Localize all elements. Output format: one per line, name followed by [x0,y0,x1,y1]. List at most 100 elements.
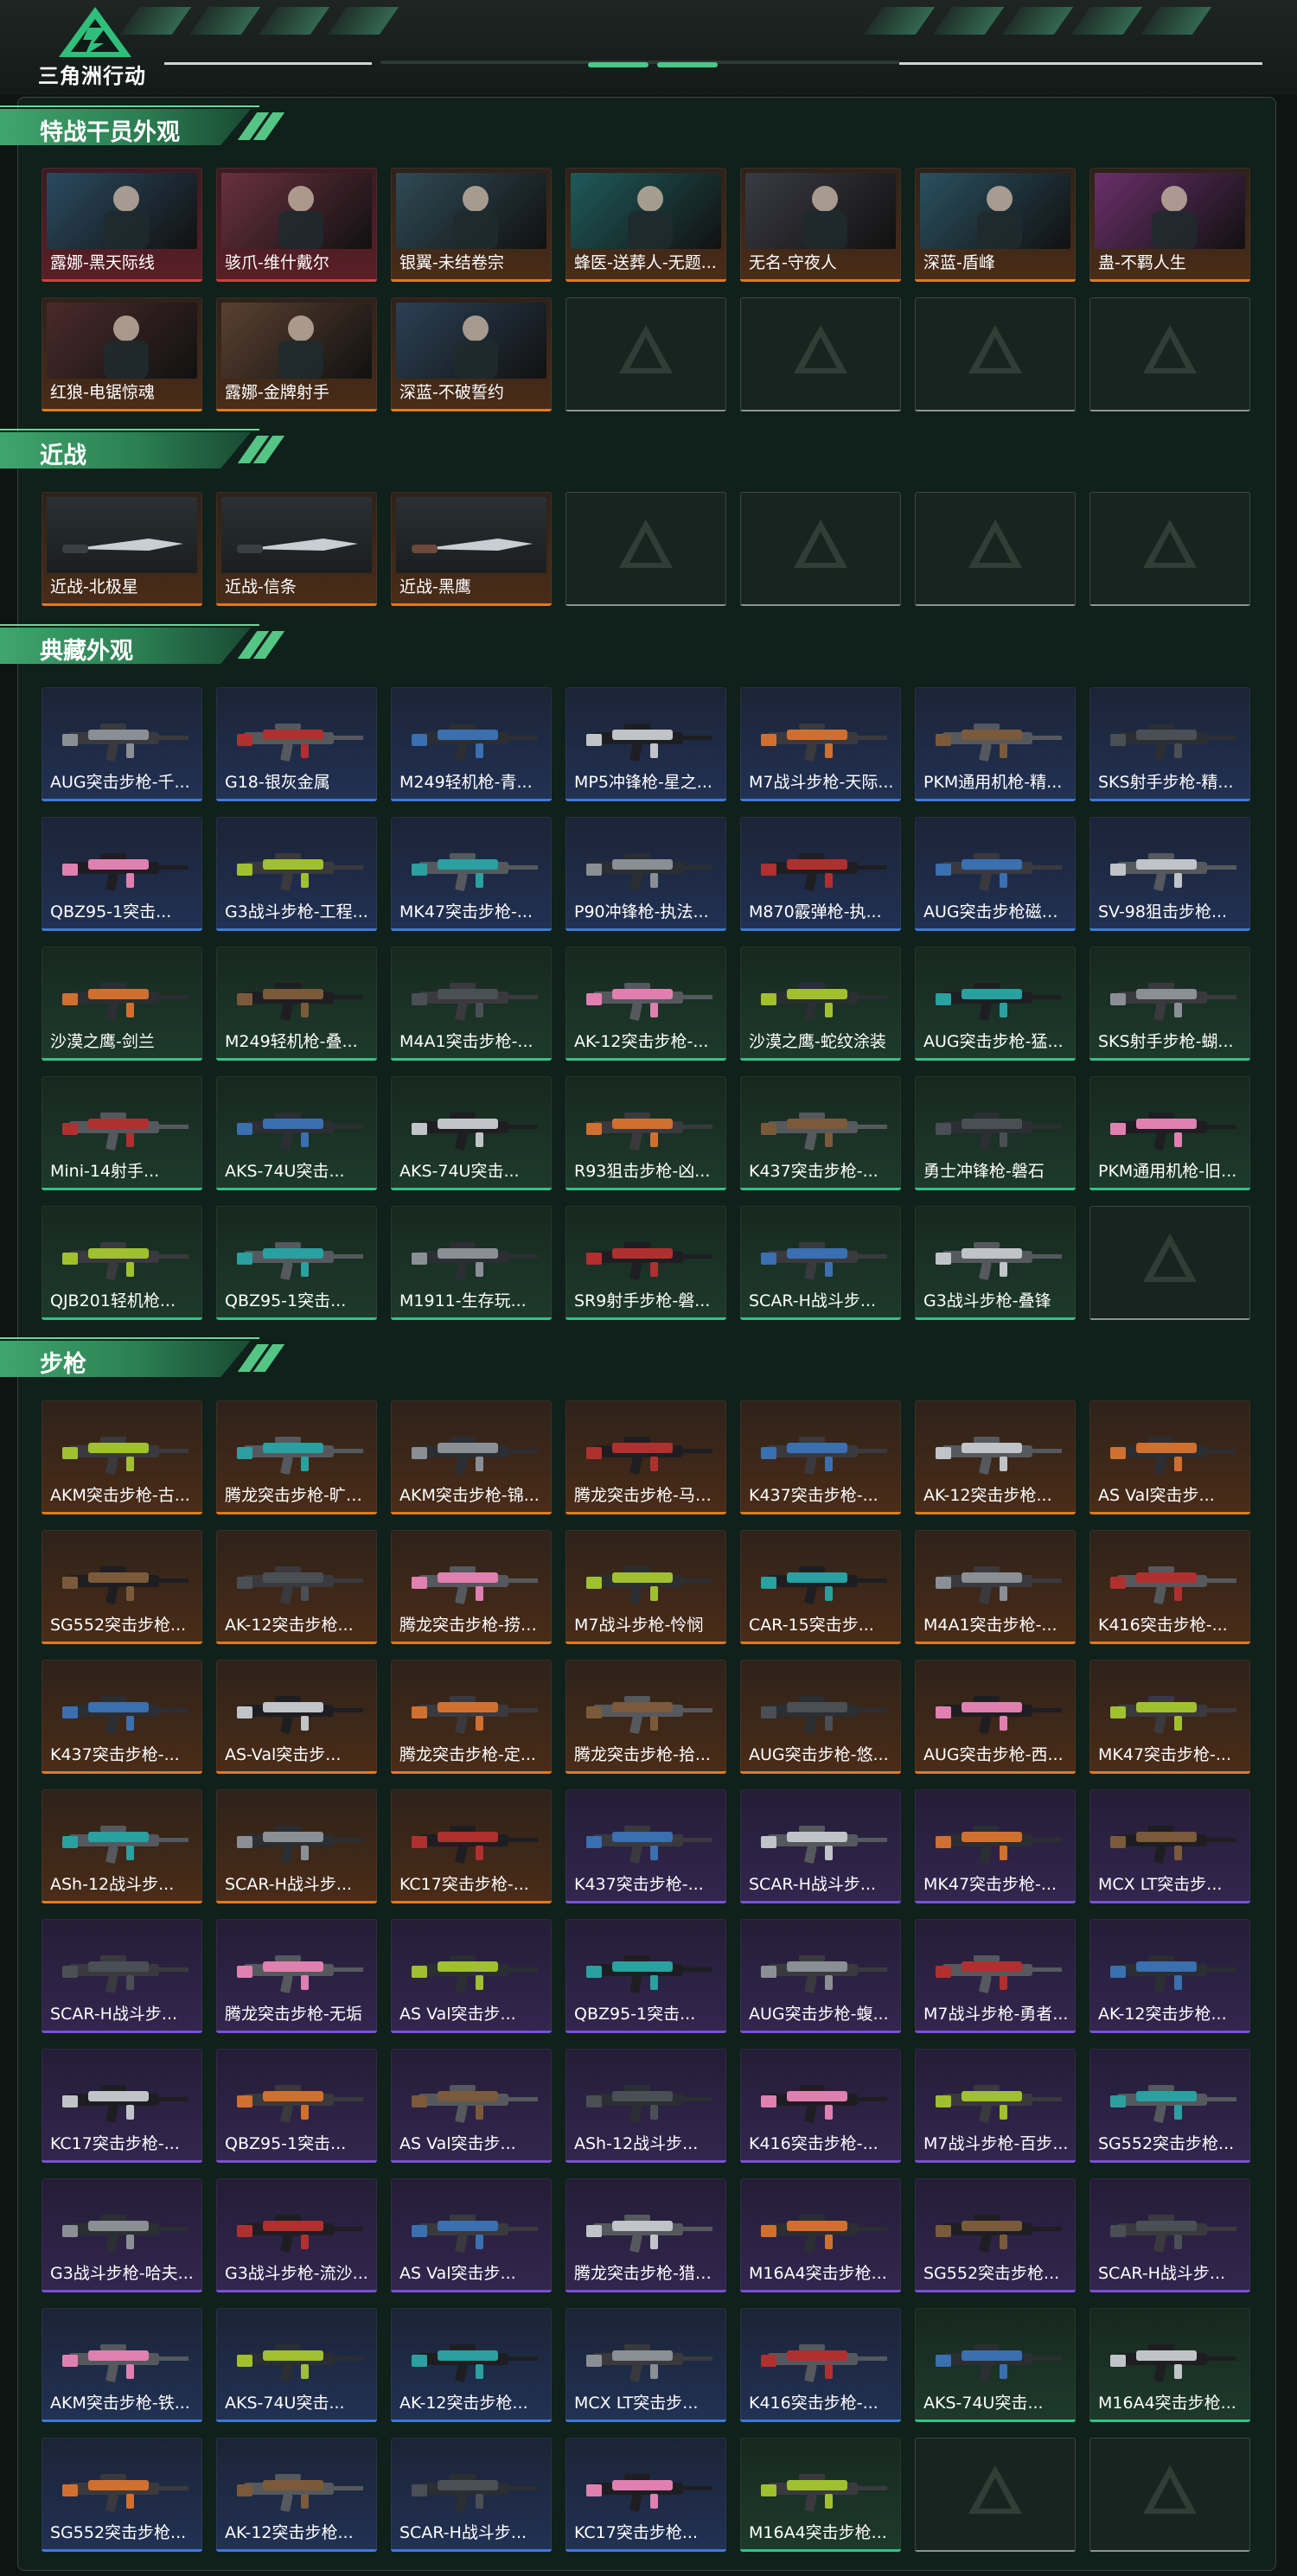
weapon-skin-card[interactable]: AS Val突击步... [391,2178,552,2292]
weapon-skin-card[interactable]: 沙漠之鹰-蛇纹涂装 [740,947,901,1061]
weapon-skin-card[interactable]: G3战斗步枪-流沙... [216,2178,377,2292]
weapon-skin-card[interactable]: AKM突击步枪-铁... [42,2308,202,2422]
weapon-skin-card[interactable]: AKS-74U突击... [915,2308,1076,2422]
weapon-skin-card[interactable]: 勇士冲锋枪-磐石 [915,1076,1076,1190]
melee-skin-card[interactable]: 近战-北极星 [42,492,202,606]
weapon-skin-card[interactable]: M4A1突击步枪-... [915,1530,1076,1644]
weapon-skin-card[interactable]: AK-12突击步枪... [216,2438,377,2552]
operator-skin-card[interactable]: 露娜-金牌射手 [216,297,377,411]
melee-skin-card[interactable]: 近战-信条 [216,492,377,606]
weapon-skin-card[interactable]: AK-12突击步枪... [391,2308,552,2422]
operator-skin-card[interactable]: 深蓝-不破誓约 [391,297,552,411]
weapon-skin-card[interactable]: MCX LT突击步... [565,2308,726,2422]
weapon-skin-card[interactable]: ASh-12战斗步... [42,1789,202,1903]
weapon-skin-card[interactable]: AS Val突击步... [1089,1400,1250,1514]
weapon-skin-card[interactable]: SCAR-H战斗步... [1089,2178,1250,2292]
weapon-skin-card[interactable]: QJB201轻机枪... [42,1206,202,1320]
operator-skin-card[interactable]: 蜂医-送葬人-无题... [565,168,726,282]
weapon-skin-card[interactable]: KC17突击步枪... [565,2438,726,2552]
weapon-skin-card[interactable]: SCAR-H战斗步... [42,1919,202,2033]
weapon-skin-card[interactable]: AK-12突击步枪-... [565,947,726,1061]
weapon-skin-card[interactable]: SKS射手步枪-精... [1089,687,1250,801]
weapon-skin-card[interactable]: 腾龙突击步枪-定... [391,1660,552,1774]
weapon-skin-card[interactable]: M7战斗步枪-勇者... [915,1919,1076,2033]
weapon-skin-card[interactable]: KC17突击步枪-... [391,1789,552,1903]
weapon-skin-card[interactable]: SR9射手步枪-磐... [565,1206,726,1320]
weapon-skin-card[interactable]: Mini-14射手... [42,1076,202,1190]
weapon-skin-card[interactable]: AK-12突击步枪... [915,1400,1076,1514]
weapon-skin-card[interactable]: MK47突击步枪-... [1089,1660,1250,1774]
weapon-skin-card[interactable]: AKM突击步枪-古... [42,1400,202,1514]
weapon-skin-card[interactable]: SG552突击步枪... [42,1530,202,1644]
weapon-skin-card[interactable]: 腾龙突击步枪-捞点... [391,1530,552,1644]
weapon-skin-card[interactable]: R93狙击步枪-凶... [565,1076,726,1190]
weapon-skin-card[interactable]: SCAR-H战斗步... [740,1789,901,1903]
weapon-skin-card[interactable]: K437突击步枪-... [42,1660,202,1774]
weapon-skin-card[interactable]: AUG突击步枪-千... [42,687,202,801]
weapon-skin-card[interactable]: AK-12突击步枪... [216,1530,377,1644]
weapon-skin-card[interactable]: M7战斗步枪-百步... [915,2049,1076,2163]
weapon-skin-card[interactable]: SG552突击步枪... [42,2438,202,2552]
weapon-skin-card[interactable]: M7战斗步枪-天际... [740,687,901,801]
weapon-skin-card[interactable]: AKS-74U突击... [216,1076,377,1190]
weapon-skin-card[interactable]: 沙漠之鹰-剑兰 [42,947,202,1061]
weapon-skin-card[interactable]: G3战斗步枪-工程... [216,817,377,931]
weapon-skin-card[interactable]: QBZ95-1突击... [42,817,202,931]
weapon-skin-card[interactable]: M16A4突击步枪... [740,2438,901,2552]
weapon-skin-card[interactable]: SG552突击步枪... [1089,2049,1250,2163]
weapon-skin-card[interactable]: K437突击步枪-... [565,1789,726,1903]
weapon-skin-card[interactable]: AUG突击步枪-西... [915,1660,1076,1774]
weapon-skin-card[interactable]: MK47突击步枪-... [915,1789,1076,1903]
weapon-skin-card[interactable]: P90冲锋枪-执法... [565,817,726,931]
weapon-skin-card[interactable]: M249轻机枪-叠... [216,947,377,1061]
weapon-skin-card[interactable]: 腾龙突击步枪-拾... [565,1660,726,1774]
weapon-skin-card[interactable]: G3战斗步枪-哈夫... [42,2178,202,2292]
weapon-skin-card[interactable]: M16A4突击步枪... [740,2178,901,2292]
weapon-skin-card[interactable]: QBZ95-1突击... [216,1206,377,1320]
weapon-skin-card[interactable]: AK-12突击步枪... [1089,1919,1250,2033]
weapon-skin-card[interactable]: CAR-15突击步... [740,1530,901,1644]
operator-skin-card[interactable]: 露娜-黑天际线 [42,168,202,282]
weapon-skin-card[interactable]: SCAR-H战斗步... [391,2438,552,2552]
weapon-skin-card[interactable]: 腾龙突击步枪-旷野... [216,1400,377,1514]
weapon-skin-card[interactable]: SG552突击步枪... [915,2178,1076,2292]
weapon-skin-card[interactable]: PKM通用机枪-旧... [1089,1076,1250,1190]
operator-skin-card[interactable]: 银翼-未结卷宗 [391,168,552,282]
weapon-skin-card[interactable]: AKS-74U突击... [216,2308,377,2422]
operator-skin-card[interactable]: 蛊-不羁人生 [1089,168,1250,282]
weapon-skin-card[interactable]: AUG突击步枪-猛... [915,947,1076,1061]
weapon-skin-card[interactable]: M16A4突击步枪... [1089,2308,1250,2422]
weapon-skin-card[interactable]: SCAR-H战斗步... [740,1206,901,1320]
operator-skin-card[interactable]: 无名-守夜人 [740,168,901,282]
weapon-skin-card[interactable]: M1911-生存玩... [391,1206,552,1320]
operator-skin-card[interactable]: 骇爪-维什戴尔 [216,168,377,282]
weapon-skin-card[interactable]: ASh-12战斗步... [565,2049,726,2163]
weapon-skin-card[interactable]: MCX LT突击步... [1089,1789,1250,1903]
weapon-skin-card[interactable]: AS-Val突击步... [216,1660,377,1774]
operator-skin-card[interactable]: 深蓝-盾峰 [915,168,1076,282]
weapon-skin-card[interactable]: AS Val突击步... [391,2049,552,2163]
weapon-skin-card[interactable]: M4A1突击步枪-... [391,947,552,1061]
weapon-skin-card[interactable]: K437突击步枪-... [740,1076,901,1190]
weapon-skin-card[interactable]: K416突击步枪-... [1089,1530,1250,1644]
weapon-skin-card[interactable]: 腾龙突击步枪-无垢 [216,1919,377,2033]
weapon-skin-card[interactable]: G18-银灰金属 [216,687,377,801]
weapon-skin-card[interactable]: M7战斗步枪-怜悯 [565,1530,726,1644]
weapon-skin-card[interactable]: SCAR-H战斗步... [216,1789,377,1903]
weapon-skin-card[interactable]: AUG突击步枪-悠... [740,1660,901,1774]
weapon-skin-card[interactable]: MK47突击步枪-... [391,817,552,931]
weapon-skin-card[interactable]: AS Val突击步... [391,1919,552,2033]
weapon-skin-card[interactable]: M249轻机枪-青... [391,687,552,801]
weapon-skin-card[interactable]: AUG突击步枪-蝮... [740,1919,901,2033]
weapon-skin-card[interactable]: G3战斗步枪-叠锋 [915,1206,1076,1320]
weapon-skin-card[interactable]: 腾龙突击步枪-猎鳄... [565,2178,726,2292]
weapon-skin-card[interactable]: SV-98狙击步枪... [1089,817,1250,931]
weapon-skin-card[interactable]: M870霰弹枪-执... [740,817,901,931]
weapon-skin-card[interactable]: AKS-74U突击... [391,1076,552,1190]
weapon-skin-card[interactable]: K437突击步枪-... [740,1400,901,1514]
weapon-skin-card[interactable]: AUG突击步枪磁暴... [915,817,1076,931]
weapon-skin-card[interactable]: K416突击步枪-... [740,2308,901,2422]
weapon-skin-card[interactable]: SKS射手步枪-蝴... [1089,947,1250,1061]
weapon-skin-card[interactable]: QBZ95-1突击... [565,1919,726,2033]
operator-skin-card[interactable]: 红狼-电锯惊魂 [42,297,202,411]
